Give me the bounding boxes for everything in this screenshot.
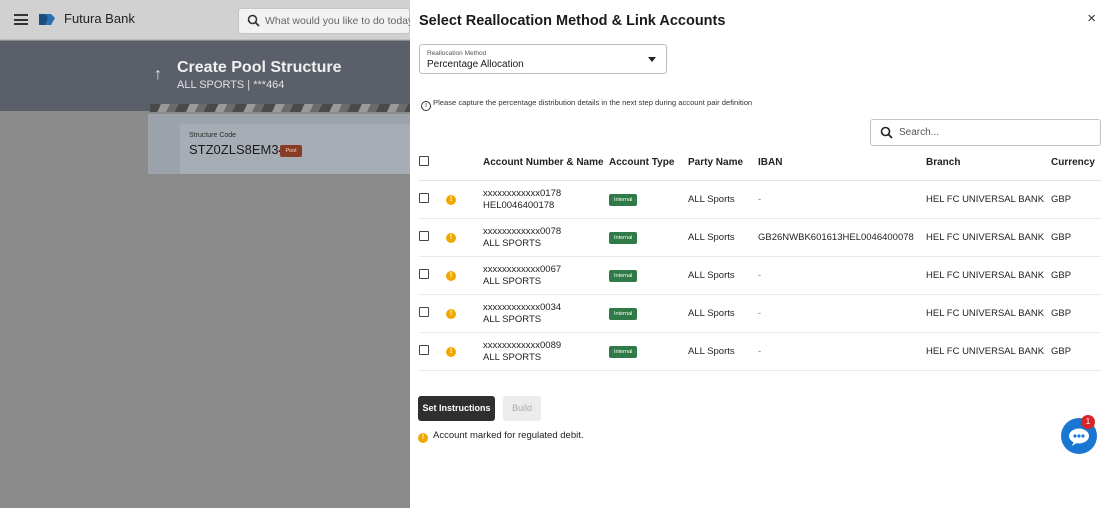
warning-icon: !	[446, 347, 456, 357]
account-name: ALL SPORTS	[483, 313, 542, 325]
search-icon	[880, 126, 893, 139]
page-title: Create Pool Structure	[177, 59, 342, 76]
table-search-input[interactable]: Search...	[870, 119, 1101, 146]
currency: GBP	[1051, 294, 1101, 333]
chevron-down-icon	[648, 57, 656, 62]
branch: HEL FC UNIVERSAL BANK	[926, 218, 1051, 257]
back-arrow-icon[interactable]: ↑	[154, 66, 162, 84]
iban: -	[758, 256, 926, 295]
account-name: HEL0046400178	[483, 199, 555, 211]
account-number: xxxxxxxxxxxx0067	[483, 263, 562, 275]
account-number: xxxxxxxxxxxx0178	[483, 187, 562, 199]
search-icon	[247, 14, 260, 27]
account-type-badge: Internal	[609, 193, 638, 206]
account-name: ALL SPORTS	[483, 275, 542, 287]
top-bar: Futura Bank What would you like to do to…	[0, 0, 419, 40]
warning-icon: !	[446, 233, 456, 243]
legend-text: Account marked for regulated debit.	[433, 430, 584, 441]
column-header[interactable]: Account Number & Name	[483, 146, 609, 181]
info-note: i Please capture the percentage distribut…	[421, 98, 752, 111]
iban: -	[758, 294, 926, 333]
iban: -	[758, 332, 926, 371]
build-button[interactable]: Build	[503, 396, 541, 421]
regulated-debit-legend: ! Account marked for regulated debit.	[418, 430, 584, 443]
select-all-checkbox[interactable]	[419, 156, 429, 167]
currency: GBP	[1051, 332, 1101, 371]
party-name: ALL Sports	[688, 294, 758, 333]
table-row[interactable]: ! xxxxxxxxxxxx0178 HEL0046400178 Internal…	[419, 180, 1101, 219]
row-checkbox[interactable]	[419, 268, 429, 279]
column-header[interactable]: Party Name	[688, 146, 758, 181]
close-icon[interactable]: ×	[1087, 10, 1096, 27]
iban: GB26NWBK601613HEL0046400078	[758, 218, 926, 257]
account-type-badge: Internal	[609, 307, 638, 320]
account-number: xxxxxxxxxxxx0078	[483, 225, 562, 237]
account-type-badge: Internal	[609, 345, 638, 358]
warning-icon: !	[418, 433, 428, 443]
table-row[interactable]: ! xxxxxxxxxxxx0067 ALL SPORTS Internal AL…	[419, 256, 1101, 295]
table-search-placeholder: Search...	[899, 127, 940, 138]
reallocation-method-select[interactable]: Reallocation Method Percentage Allocatio…	[419, 44, 667, 74]
structure-code-value: STZ0ZLS8EM34	[189, 142, 286, 157]
branch: HEL FC UNIVERSAL BANK	[926, 256, 1051, 295]
info-icon: i	[421, 101, 431, 111]
account-type-badge: Internal	[609, 269, 638, 282]
page-subtitle: ALL SPORTS | ***464	[177, 79, 285, 91]
warning-icon: !	[446, 271, 456, 281]
currency: GBP	[1051, 218, 1101, 257]
hamburger-menu-icon[interactable]	[14, 14, 28, 25]
account-type-badge: Internal	[609, 231, 638, 244]
search-placeholder: What would you like to do today?	[265, 15, 420, 27]
warning-icon: !	[446, 309, 456, 319]
account-number: xxxxxxxxxxxx0034	[483, 301, 562, 313]
structure-code-label: Structure Code	[189, 132, 237, 139]
reallocation-modal: Select Reallocation Method & Link Accoun…	[410, 0, 1102, 508]
iban: -	[758, 180, 926, 219]
banner-decoration	[150, 104, 410, 112]
currency: GBP	[1051, 180, 1101, 219]
table-row[interactable]: ! xxxxxxxxxxxx0078 ALL SPORTS Internal AL…	[419, 218, 1101, 257]
row-checkbox[interactable]	[419, 192, 429, 203]
party-name: ALL Sports	[688, 256, 758, 295]
account-name: ALL SPORTS	[483, 351, 542, 363]
column-header[interactable]: IBAN	[758, 146, 926, 181]
background-app: Futura Bank What would you like to do to…	[0, 0, 419, 508]
account-number: xxxxxxxxxxxx0089	[483, 339, 562, 351]
branch: HEL FC UNIVERSAL BANK	[926, 294, 1051, 333]
branch: HEL FC UNIVERSAL BANK	[926, 180, 1051, 219]
global-search-input[interactable]: What would you like to do today?	[238, 8, 419, 34]
column-header[interactable]: Account Type	[609, 146, 688, 181]
column-header[interactable]: Branch	[926, 146, 1051, 181]
party-name: ALL Sports	[688, 332, 758, 371]
party-name: ALL Sports	[688, 180, 758, 219]
table-row[interactable]: ! xxxxxxxxxxxx0034 ALL SPORTS Internal AL…	[419, 294, 1101, 333]
warning-icon: !	[446, 195, 456, 205]
reallocation-method-label: Reallocation Method	[427, 50, 487, 57]
brand-name[interactable]: Futura Bank	[64, 11, 135, 26]
branch: HEL FC UNIVERSAL BANK	[926, 332, 1051, 371]
table-header-row: Account Number & Name Account Type Party…	[419, 146, 1101, 181]
info-note-text: Please capture the percentage distributi…	[433, 98, 753, 107]
bank-logo-icon	[39, 14, 55, 25]
account-name: ALL SPORTS	[483, 237, 542, 249]
table-row[interactable]: ! xxxxxxxxxxxx0089 ALL SPORTS Internal AL…	[419, 332, 1101, 371]
currency: GBP	[1051, 256, 1101, 295]
pool-badge: Pool	[280, 145, 302, 157]
reallocation-method-value: Percentage Allocation	[427, 59, 524, 70]
accounts-table: Account Number & Name Account Type Party…	[419, 146, 1101, 371]
party-name: ALL Sports	[688, 218, 758, 257]
row-checkbox[interactable]	[419, 344, 429, 355]
row-checkbox[interactable]	[419, 306, 429, 317]
set-instructions-button[interactable]: Set Instructions	[418, 396, 495, 421]
row-checkbox[interactable]	[419, 230, 429, 241]
column-header[interactable]: Currency	[1051, 146, 1101, 181]
modal-title: Select Reallocation Method & Link Accoun…	[419, 13, 726, 29]
notification-badge: 1	[1081, 415, 1095, 429]
